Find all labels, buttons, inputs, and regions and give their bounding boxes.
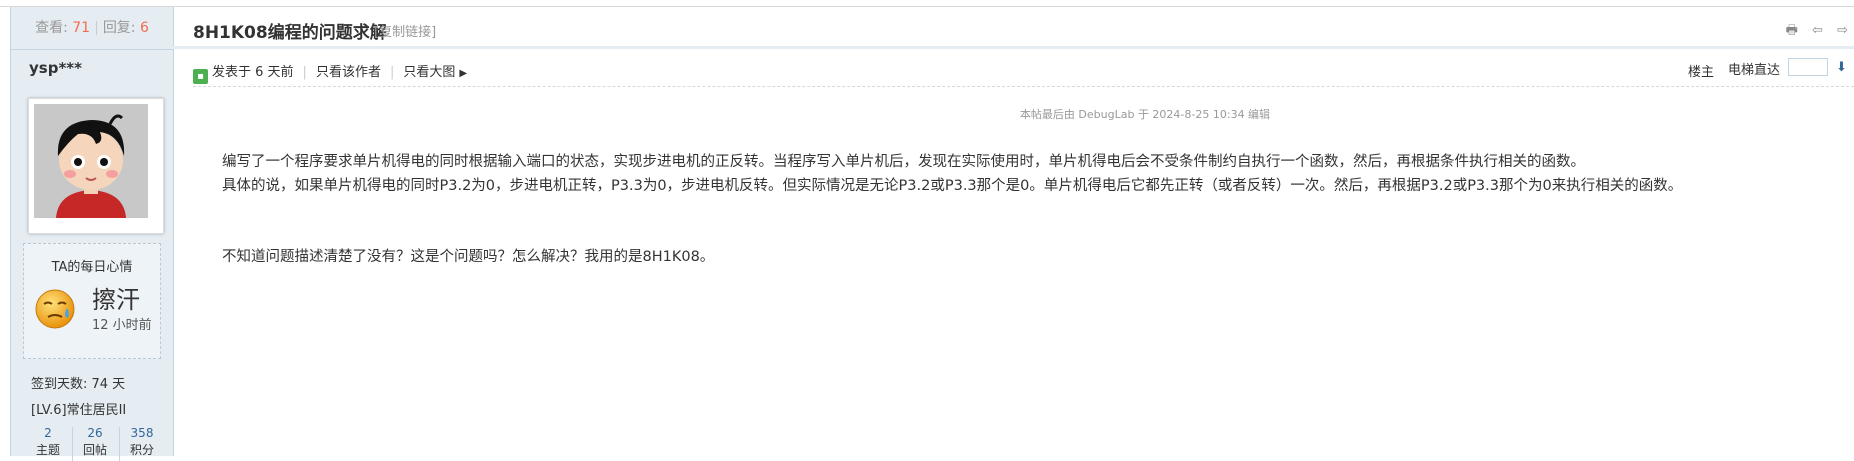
stat-points-count: 358 bbox=[130, 426, 154, 440]
print-icon[interactable]: 🖶 bbox=[1786, 23, 1798, 38]
title-actions: 🖶 ⇦ ⇨ bbox=[1776, 21, 1848, 43]
stat-topics-label: 主题 bbox=[35, 443, 60, 457]
mood-time: 12 小时前 bbox=[92, 318, 152, 333]
post-meta: ▪ 发表于 6 天前 | 只看该作者 | 只看大图 ▶ bbox=[193, 61, 467, 84]
floor-label: 楼主 bbox=[1688, 65, 1715, 80]
replies-count: 6 bbox=[139, 20, 149, 36]
stat-replies[interactable]: 26 回帖 bbox=[72, 425, 118, 459]
author-sidebar: 查看: 71 | 回复: 6 ysp*** TA的每日心情 擦汗 12 小时前 … bbox=[10, 7, 174, 461]
meta-divider bbox=[193, 86, 1854, 87]
only-big-image-link[interactable]: 只看大图 bbox=[403, 65, 455, 80]
signin-days: 签到天数: 74 天 bbox=[31, 377, 126, 392]
mood-text: 擦汗 bbox=[92, 286, 140, 314]
caret-right-icon: ▶ bbox=[459, 68, 468, 79]
meta-separator: | bbox=[302, 65, 307, 80]
online-status-icon: ▪ bbox=[193, 69, 208, 84]
thread-title: 8H1K08编程的问题求解 bbox=[193, 23, 387, 43]
post-paragraph: 具体的说，如果单片机得电的同时P3.2为0，步进电机正转，P3.3为0，步进电机… bbox=[222, 178, 1683, 194]
replies-label: 回复: bbox=[102, 20, 136, 36]
mood-title: TA的每日心情 bbox=[51, 260, 133, 275]
daily-mood: TA的每日心情 擦汗 12 小时前 bbox=[23, 243, 161, 359]
stat-points-label: 积分 bbox=[129, 443, 154, 457]
floor-jump-input[interactable] bbox=[1788, 58, 1828, 76]
stat-points[interactable]: 358 积分 bbox=[119, 425, 165, 459]
views-count: 71 bbox=[72, 20, 91, 36]
post-time: 发表于 6 天前 bbox=[212, 65, 294, 80]
sweat-face-icon bbox=[34, 288, 76, 334]
only-author-link[interactable]: 只看该作者 bbox=[316, 65, 381, 80]
post-paragraph: 不知道问题描述清楚了没有？这是个问题吗？怎么解决？我用的是8H1K08。 bbox=[222, 249, 715, 265]
thread-stats: 查看: 71 | 回复: 6 bbox=[11, 7, 173, 50]
stats-separator: | bbox=[94, 20, 99, 36]
author-name[interactable]: ysp*** bbox=[29, 59, 82, 77]
copy-link-button[interactable]: [复制链接] bbox=[374, 21, 436, 40]
views-label: 查看: bbox=[35, 20, 68, 36]
stat-topics[interactable]: 2 主题 bbox=[25, 425, 71, 459]
stat-topics-count: 2 bbox=[44, 426, 52, 440]
prev-thread-icon[interactable]: ⇦ bbox=[1812, 23, 1823, 38]
elevator-label: 电梯直达 bbox=[1728, 63, 1781, 78]
top-border bbox=[0, 6, 1854, 7]
user-level[interactable]: [LV.6]常住居民II bbox=[31, 399, 126, 418]
stat-replies-label: 回帖 bbox=[82, 443, 107, 457]
next-thread-icon[interactable]: ⇨ bbox=[1837, 23, 1848, 38]
title-divider bbox=[173, 46, 1854, 49]
stat-replies-count: 26 bbox=[87, 426, 103, 440]
meta-separator: | bbox=[389, 65, 395, 80]
edit-note: 本帖最后由 DebugLab 于 2024-8-25 10:34 编辑 bbox=[1019, 108, 1271, 121]
floor-jump-go-icon[interactable]: ⬇ bbox=[1836, 60, 1847, 75]
post-paragraph: 编写了一个程序要求单片机得电的同时根据输入端口的状态，实现步进电机的正反转。当程… bbox=[222, 154, 1585, 170]
